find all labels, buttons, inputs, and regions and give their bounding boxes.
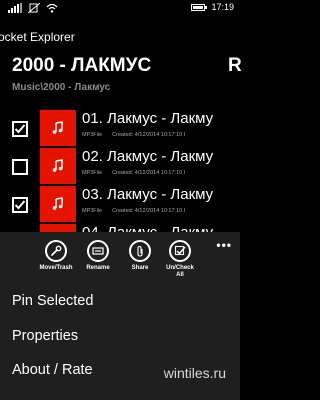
menu-item-properties[interactable]: Properties	[12, 328, 78, 344]
file-created: Created: 4/12/2014 10:17:10 I	[112, 132, 186, 138]
page-title: 2000 - ЛАКМУС	[12, 55, 152, 76]
wrench-icon	[51, 245, 62, 256]
file-name: 01. Лакмус - Лакму	[82, 110, 214, 127]
checkmark-icon	[14, 124, 26, 134]
no-sim-icon	[28, 3, 40, 13]
file-created: Created: 4/12/2014 10:17:10 I	[112, 170, 186, 176]
file-meta: MP3File Created: 4/12/2014 10:17:10 I	[82, 132, 185, 138]
breadcrumb: Music\2000 - Лакмус	[12, 82, 111, 93]
rename-button[interactable]: Rename	[74, 240, 122, 272]
file-name: 02. Лакмус - Лакму	[82, 148, 214, 165]
checkbox[interactable]	[12, 121, 28, 137]
music-note-icon	[52, 197, 63, 210]
checkmark-icon	[14, 200, 26, 210]
paperclip-icon	[137, 245, 143, 257]
watermark: wintiles.ru	[163, 365, 226, 381]
list-item[interactable]: 03. Лакмус - Лакму MP3File Created: 4/12/…	[0, 186, 240, 226]
list-item[interactable]: 02. Лакмус - Лакму MP3File Created: 4/12/…	[0, 148, 240, 188]
menu-item-pin-selected[interactable]: Pin Selected	[12, 293, 93, 309]
button-label-line2: All	[176, 272, 184, 278]
check-all-icon	[174, 245, 186, 256]
clock: 17:19	[211, 2, 234, 12]
signal-strength-icon	[8, 3, 22, 13]
music-note-icon	[52, 159, 63, 172]
list-item[interactable]: 01. Лакмус - Лакму MP3File Created: 4/12/…	[0, 110, 240, 150]
file-type: MP3File	[82, 170, 103, 176]
status-bar: 17:19	[0, 0, 240, 16]
app-title: ocket Explorer	[0, 30, 75, 44]
music-file-thumbnail	[40, 148, 76, 184]
file-meta: MP3File Created: 4/12/2014 10:17:10 I	[82, 208, 185, 214]
checkbox[interactable]	[12, 159, 28, 175]
uncheck-all-button[interactable]: Un/Check All	[156, 240, 204, 279]
file-type: MP3File	[82, 208, 103, 214]
button-label: Rename	[86, 265, 110, 271]
music-note-icon	[52, 121, 63, 134]
move-trash-button[interactable]: Move/Trash	[32, 240, 80, 272]
file-type: MP3File	[82, 132, 103, 138]
more-options-button[interactable]: •••	[216, 238, 232, 252]
file-created: Created: 4/12/2014 10:17:10 I	[112, 208, 186, 214]
checkbox[interactable]	[12, 197, 28, 213]
music-file-thumbnail	[40, 110, 76, 146]
file-meta: MP3File Created: 4/12/2014 10:17:10 I	[82, 170, 185, 176]
menu-item-about-rate[interactable]: About / Rate	[12, 362, 93, 378]
button-label: Move/Trash	[39, 265, 73, 271]
battery-icon	[191, 3, 208, 11]
rename-icon	[92, 247, 104, 255]
wifi-icon	[46, 3, 58, 13]
music-file-thumbnail	[40, 186, 76, 222]
button-label: Un/Check	[166, 265, 194, 271]
next-pivot-peek[interactable]: R	[228, 55, 242, 77]
file-name: 03. Лакмус - Лакму	[82, 186, 214, 203]
